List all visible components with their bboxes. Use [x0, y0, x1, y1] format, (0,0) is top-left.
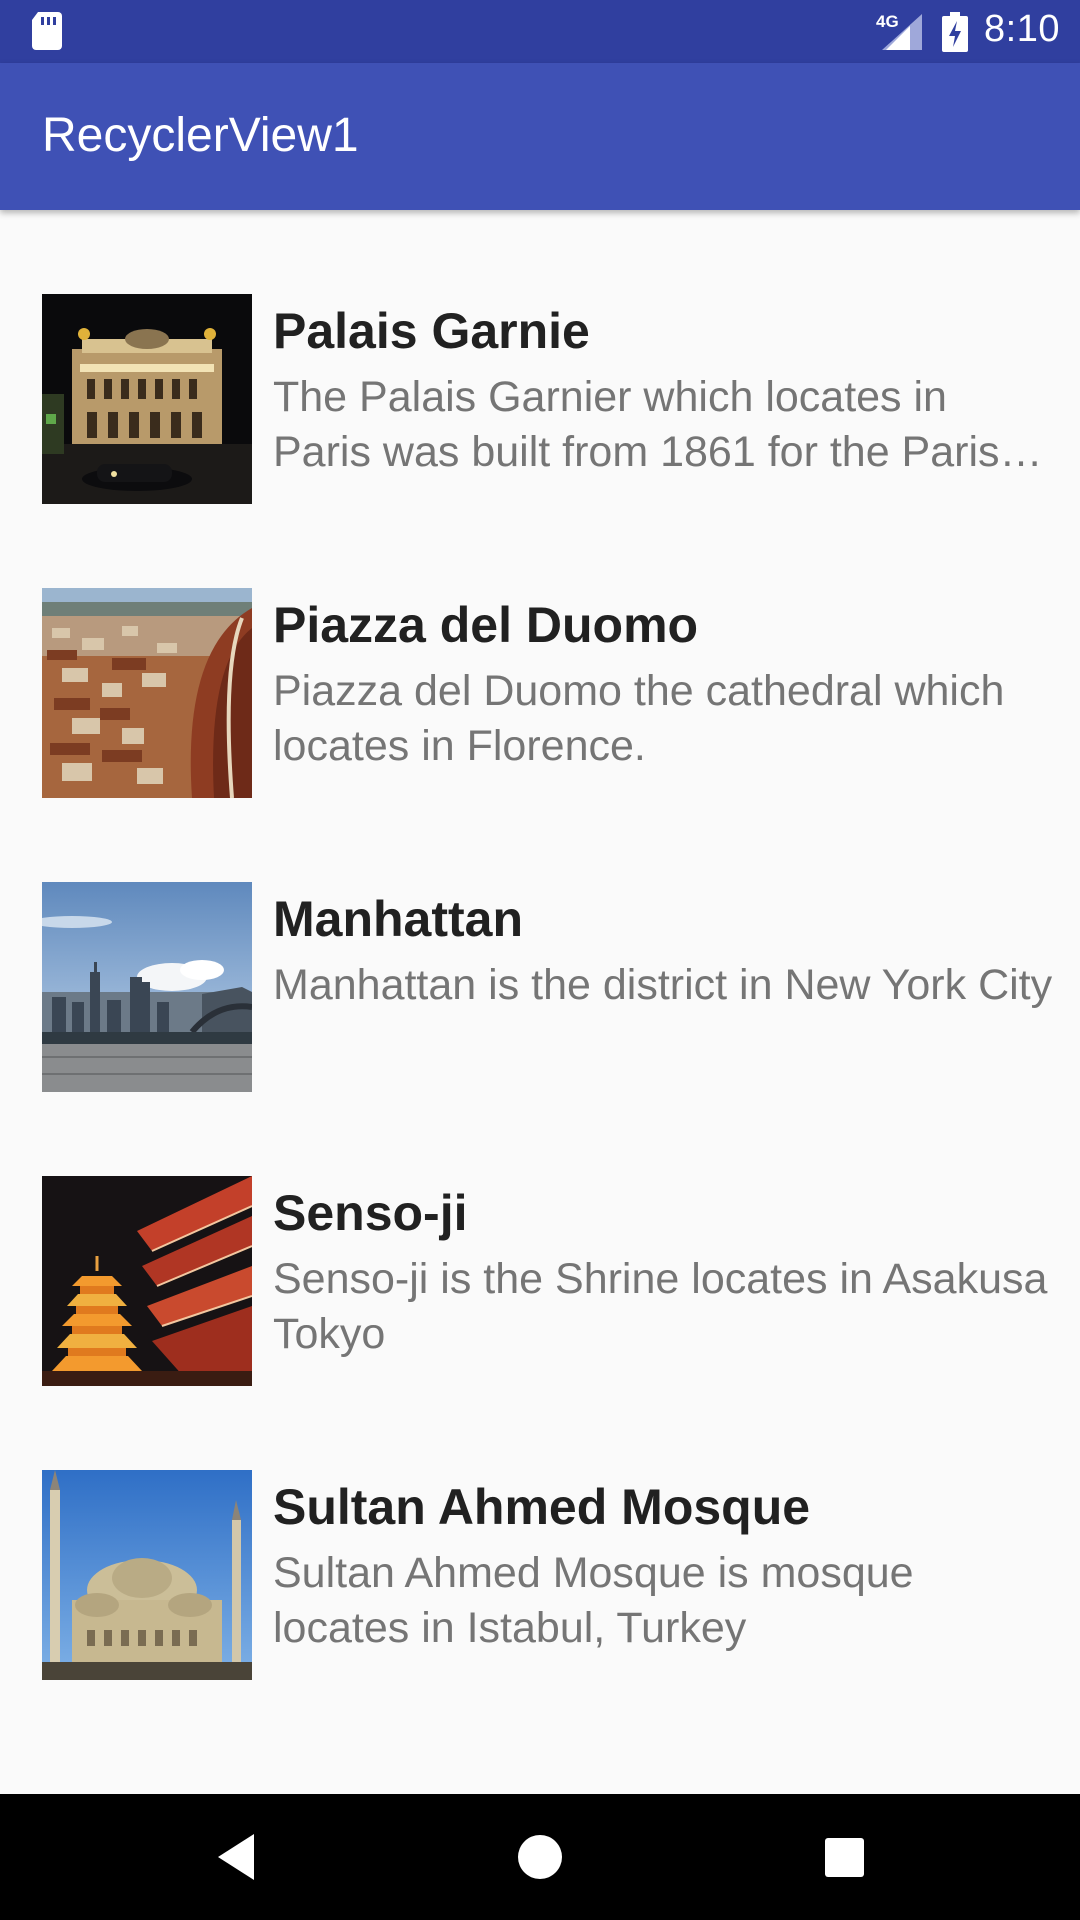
triangle-back-icon	[218, 1834, 254, 1880]
item-description: The Palais Garnier which locates in Pari…	[273, 373, 1000, 476]
navigation-bar	[0, 1794, 1080, 1920]
list-item[interactable]: Palais Garnie The Palais Garnier which l…	[0, 210, 1080, 504]
item-title: Piazza del Duomo	[273, 597, 699, 653]
item-title: Palais Garnie	[273, 303, 590, 359]
item-description: Piazza del Duomo the cathedral which loc…	[273, 667, 1005, 770]
sd-card-icon	[32, 12, 62, 50]
app-title: RecyclerView1	[42, 109, 359, 162]
item-title: Sultan Ahmed Mosque	[273, 1479, 811, 1535]
status-bar: 4G 8:10	[0, 0, 1080, 63]
item-description: Sultan Ahmed Mosque is mosque locates in…	[273, 1549, 914, 1652]
item-title: Senso-ji	[273, 1185, 468, 1241]
sultan-ahmed-mosque-image	[42, 1470, 252, 1680]
home-button[interactable]	[480, 1794, 600, 1920]
item-description: Senso-ji is the Shrine locates in Asakus…	[273, 1255, 1048, 1358]
list-item[interactable]: Senso-ji Senso-ji is the Shrine locates …	[0, 1092, 1080, 1386]
palais-garnier-image	[42, 294, 252, 504]
app-bar: RecyclerView1	[0, 63, 1080, 210]
clock: 8:10	[984, 8, 1060, 50]
signal-icon	[882, 14, 922, 50]
list-item[interactable]: Sultan Ahmed Mosque Sultan Ahmed Mosque …	[0, 1386, 1080, 1680]
circle-home-icon	[518, 1835, 562, 1879]
back-button[interactable]	[176, 1794, 296, 1920]
list-item[interactable]: Manhattan Manhattan is the district in N…	[0, 798, 1080, 1092]
item-description: Manhattan is the district in New York Ci…	[273, 961, 1053, 1009]
screen: 4G 8:10 RecyclerView1 Palais Garnie The …	[0, 0, 1080, 1920]
item-title: Manhattan	[273, 891, 523, 947]
recents-button[interactable]	[784, 1794, 904, 1920]
square-recents-icon	[825, 1838, 864, 1877]
senso-ji-image	[42, 1176, 252, 1386]
battery-charging-icon	[942, 12, 968, 52]
piazza-del-duomo-image	[42, 588, 252, 798]
list-item[interactable]: Piazza del Duomo Piazza del Duomo the ca…	[0, 504, 1080, 798]
manhattan-image	[42, 882, 252, 1092]
